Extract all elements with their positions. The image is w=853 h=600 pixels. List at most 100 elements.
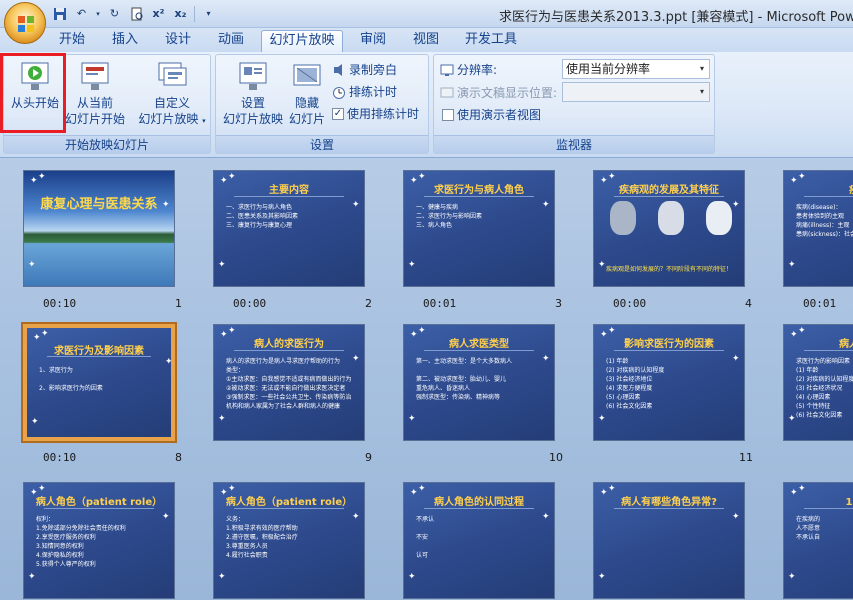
record-narration-label: 录制旁白	[349, 63, 398, 77]
slide-number: 2	[365, 297, 372, 310]
quick-access-toolbar: ↶ ▾ ↻ x² x₂ ▾	[50, 4, 218, 24]
slide-thumbnail[interactable]: ✦ ✦ ✦ ✦ 病人角色（patient role） 权利： 1.免除或部分免除社会责任的…	[23, 482, 175, 599]
tab-view[interactable]: 视图	[405, 30, 447, 52]
slide-number: 11	[739, 451, 753, 464]
office-button[interactable]	[4, 2, 46, 44]
presenter-view-label: 使用演示者视图	[457, 108, 542, 122]
slide-thumbnail[interactable]: ✦ ✦ ✦ ✦ 主要内容 一、求医行为与病人角色 二、医患关系及其影响因素 三、康复行为与…	[213, 170, 365, 287]
tab-design[interactable]: 设计	[157, 30, 199, 52]
monitor-icon	[440, 87, 454, 97]
slide-thumbnail[interactable]: ✦✦✦✦疾病疾病(disease)： 患者体验到的主观 病痛(illness)：…	[783, 170, 853, 287]
title-bar: ↶ ▾ ↻ x² x₂ ▾ 求医行为与医患关系2013.3.ppt [兼容模式]…	[0, 0, 853, 28]
custom-slide-show-icon	[156, 60, 188, 92]
use-timings-checkbox[interactable]: ✓ 使用排练计时	[332, 105, 419, 122]
resolution-select[interactable]: 使用当前分辨率 ▾	[562, 59, 710, 79]
slide-title: 病人的就	[839, 339, 853, 350]
landscape-image	[24, 171, 174, 286]
tab-animations[interactable]: 动画	[210, 30, 252, 52]
customize-qat-button[interactable]: ▾	[199, 4, 218, 23]
star-decoration: ✦	[788, 572, 796, 582]
slide-thumbnail[interactable]: ✦ ✦ ✦ ✦ 求医行为及影响因素 1、求医行为 2、影响求医行为的因素	[21, 322, 177, 443]
set-up-label-2: 幻灯片放映	[222, 112, 283, 126]
save-icon	[53, 7, 66, 20]
slide-title: 病人有哪些角色异常?	[621, 497, 717, 508]
slide-timing: 00:10	[43, 297, 77, 310]
hide-slide-icon	[291, 60, 323, 92]
tab-home[interactable]: 开始	[52, 30, 92, 52]
slide-timing: 00:10	[43, 451, 77, 464]
tab-slide-show[interactable]: 幻灯片放映	[261, 30, 343, 52]
star-decoration: ✦	[41, 329, 49, 339]
undo-button[interactable]: ↶	[72, 4, 91, 23]
save-button[interactable]	[50, 4, 69, 23]
slide-thumbnail[interactable]: ✦ ✦ ✦ ✦ 病人求医类型 第一、主动求医型：是个大多数病人 第二、被动求医型：胎幼儿、…	[403, 324, 555, 441]
title-underline	[47, 356, 151, 357]
set-up-label-1: 设置	[240, 96, 265, 110]
presenter-view-checkbox[interactable]: 使用演示者视图	[442, 106, 541, 123]
group-setup: 设置 幻灯片放映 隐藏 幻灯片 录制旁白 排练计时 ✓ 使用排练计时 设置	[215, 54, 429, 154]
slide-thumbnail[interactable]: ✦ ✦ ✦ ✦ 病人的求医行为 病人的求医行为是病人寻求医疗帮助的行为 类型： ①主动求医…	[213, 324, 365, 441]
slide-number: 3	[555, 297, 562, 310]
tab-insert[interactable]: 插入	[104, 30, 146, 52]
presenter-view-check-icon	[442, 108, 454, 121]
chevron-down-icon: ▾	[699, 64, 704, 73]
slide-title: 康复心理与医患关系	[40, 197, 158, 212]
star-decoration: ✦	[598, 572, 606, 582]
tab-developer[interactable]: 开发工具	[458, 30, 524, 52]
rehearse-timings-label: 排练计时	[349, 85, 398, 99]
slide-sorter[interactable]: ✦ ✦ ✦ ✦ 康复心理与医患关系 00:10 1 ✦ ✦ ✦ ✦ 主要内容 一、求医行为与病人角色 二…	[0, 158, 853, 600]
slide-body: 义务： 1.积极寻求有效的医疗帮助 2.遵守医嘱，积极配合治疗 3.尊重医务人员…	[226, 516, 298, 559]
slide-title: 病人角色（patient role）	[225, 497, 353, 508]
custom-slide-show-button[interactable]: 自定义 幻灯片放映 ▾	[134, 58, 210, 129]
slide-thumbnail[interactable]: ✦ ✦ ✦ ✦ 病人有哪些角色异常?	[593, 482, 745, 599]
star-decoration: ✦	[408, 260, 416, 270]
record-narration-button[interactable]: 录制旁白	[332, 61, 397, 78]
hide-slide-button[interactable]: 隐藏 幻灯片	[286, 58, 328, 127]
slide-thumbnail[interactable]: ✦ ✦ ✦ ✦ 病人角色的认同过程 不承认 不安 认可	[403, 482, 555, 599]
title-underline	[804, 196, 853, 197]
slide-timing: 00:00	[233, 297, 267, 310]
resolution-label: 分辨率:	[440, 61, 497, 78]
title-underline	[234, 508, 344, 509]
show-on-select[interactable]: ▾	[562, 82, 710, 102]
rehearse-timings-icon	[333, 86, 345, 99]
slide-thumbnail[interactable]: ✦ ✦ ✦ ✦ 疾病观的发展及其特征 疾病观是如何发展的？不同阶段有不同的特征！	[593, 170, 745, 287]
slide-title: 病人的求医行为	[254, 339, 324, 350]
print-preview-icon	[131, 7, 142, 20]
undo-dropdown[interactable]: ▾	[94, 4, 102, 23]
from-current-label-1: 从当前	[76, 96, 113, 110]
star-decoration: ✦	[31, 417, 39, 427]
print-preview-button[interactable]	[127, 4, 146, 23]
slide-title: 1、角	[845, 497, 853, 508]
slide-body: 疾病(disease)： 患者体验到的主观 病痛(illness)：主观 患病(…	[796, 204, 853, 238]
tab-review[interactable]: 审阅	[352, 30, 394, 52]
resolution-value: 使用当前分辨率	[566, 62, 651, 76]
office-logo-icon	[18, 16, 34, 32]
from-current-slide-button[interactable]: 从当前 幻灯片开始	[64, 58, 126, 127]
slide-thumbnail[interactable]: ✦ ✦ ✦ ✦ 求医行为与病人角色 一、健康与疾病 二、求医行为与影响因素 三、病人角色	[403, 170, 555, 287]
redo-button[interactable]: ↻	[105, 4, 124, 23]
star-decoration: ✦	[218, 260, 226, 270]
subscript-button[interactable]: x₂	[171, 4, 190, 23]
title-underline	[614, 196, 724, 197]
group-start-label: 开始放映幻灯片	[4, 135, 210, 153]
superscript-button[interactable]: x²	[149, 4, 168, 23]
slide-thumbnail[interactable]: ✦ ✦ ✦ ✦ 康复心理与医患关系	[23, 170, 175, 287]
superscript-icon: x²	[152, 7, 165, 20]
star-decoration: ✦	[732, 200, 740, 210]
rehearse-timings-button[interactable]: 排练计时	[332, 83, 397, 100]
slide-timing: 00:00	[613, 297, 647, 310]
set-up-slide-show-button[interactable]: 设置 幻灯片放映	[218, 58, 288, 127]
star-decoration: ✦	[165, 357, 173, 367]
slide-thumbnail[interactable]: ✦ ✦ ✦ ✦ 影响求医行为的因素 (1) 年龄 (2) 对疾病的认知程度 (3) 社会经…	[593, 324, 745, 441]
resolution-icon	[440, 64, 454, 76]
slide-thumbnail[interactable]: ✦✦✦✦病人的就求医行为的影响因素 (1) 年龄 (2) 对疾病的认知程度 (3…	[783, 324, 853, 441]
slide-thumbnail[interactable]: ✦✦✦✦1、角在疾病的 人不愿意 不承认自	[783, 482, 853, 599]
slide-thumbnail[interactable]: ✦ ✦ ✦ ✦ 病人角色（patient role） 义务： 1.积极寻求有效的医疗帮助 …	[213, 482, 365, 599]
slide-title: 疾病观的发展及其特征	[619, 185, 719, 196]
chevron-down-icon: ▾	[699, 87, 704, 96]
group-monitors: 分辨率: 使用当前分辨率 ▾ 演示文稿显示位置: ▾ 使用演示者视图 监视器	[433, 54, 715, 154]
star-decoration: ✦	[598, 414, 606, 424]
star-decoration: ✦	[732, 512, 740, 522]
set-up-slide-show-icon	[237, 60, 269, 92]
